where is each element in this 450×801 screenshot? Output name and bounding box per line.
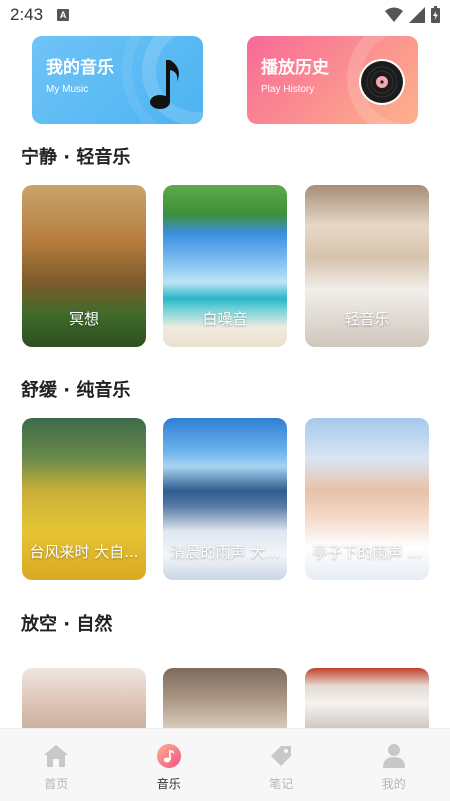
tile-label: 白噪音 <box>202 310 248 328</box>
status-bar: 2:43 A <box>0 0 450 30</box>
playlist-tile[interactable] <box>163 668 287 728</box>
play-history-title: 播放历史 <box>261 58 329 78</box>
nav-label: 我的 <box>381 777 406 791</box>
nav-label: 笔记 <box>269 777 294 791</box>
tag-icon <box>268 743 294 769</box>
section-title: 宁静 · 轻音乐 <box>21 147 131 168</box>
section-title: 舒缓 · 纯音乐 <box>21 380 131 401</box>
signal-icon <box>409 6 425 23</box>
battery-icon <box>431 6 440 23</box>
wifi-icon <box>385 7 403 22</box>
nav-home[interactable]: 首页 <box>0 729 113 801</box>
playlist-tile-meditation[interactable]: 冥想 <box>22 185 146 347</box>
status-icons <box>385 6 440 23</box>
nav-label: 音乐 <box>156 777 181 791</box>
playlist-tile-typhoon[interactable]: 台风来时 大自... <box>22 418 146 580</box>
nav-notes[interactable]: 笔记 <box>225 729 338 801</box>
my-music-card[interactable]: 我的音乐 My Music <box>32 36 203 124</box>
app-notification-icon: A <box>57 9 70 21</box>
play-history-subtitle: Play History <box>261 84 315 95</box>
bottom-nav: 首页 音乐 笔记 我的 <box>0 728 450 801</box>
tile-label: 冥想 <box>68 310 99 328</box>
tile-label: 台风来时 大自... <box>29 543 139 561</box>
tile-label: 清晨的雨声 大... <box>170 543 280 561</box>
music-note-icon <box>150 60 179 109</box>
section-title: 放空 · 自然 <box>21 614 113 635</box>
nav-mine[interactable]: 我的 <box>338 729 450 801</box>
vinyl-record-icon <box>359 59 405 105</box>
my-music-title: 我的音乐 <box>46 58 114 78</box>
tile-label: 亭子下的雨声 ... <box>312 543 422 561</box>
nav-music[interactable]: 音乐 <box>113 729 226 801</box>
tile-label: 轻音乐 <box>344 310 390 328</box>
playlist-tile-white-noise[interactable]: 白噪音 <box>163 185 287 347</box>
playlist-tile[interactable] <box>305 668 429 728</box>
status-time: 2:43 <box>10 5 44 24</box>
nav-label: 首页 <box>44 777 69 791</box>
playlist-tile-light-music[interactable]: 轻音乐 <box>305 185 429 347</box>
playlist-tile[interactable] <box>22 668 146 728</box>
play-history-card[interactable]: 播放历史 Play History <box>247 36 418 124</box>
playlist-tile-pavilion-rain[interactable]: 亭子下的雨声 ... <box>305 418 429 580</box>
my-music-subtitle: My Music <box>46 84 89 95</box>
playlist-tile-morning-rain[interactable]: 清晨的雨声 大... <box>163 418 287 580</box>
home-icon <box>43 743 69 769</box>
music-icon <box>156 743 182 769</box>
user-icon <box>381 743 407 769</box>
